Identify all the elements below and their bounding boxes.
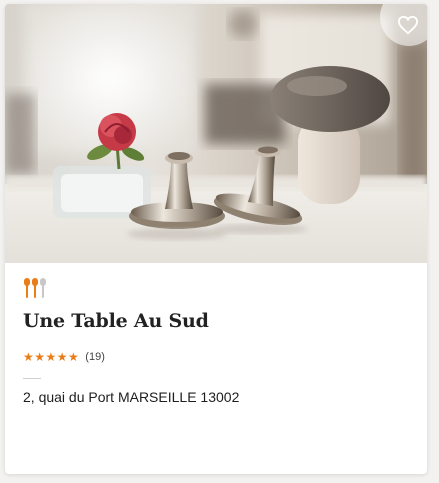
rating: ★★★★★ (19) xyxy=(23,350,409,364)
price-level xyxy=(23,278,409,300)
restaurant-photo[interactable] xyxy=(5,4,427,263)
review-count: (19) xyxy=(85,351,105,363)
restaurant-name[interactable]: Une Table Au Sud xyxy=(23,310,409,332)
restaurant-address: 2, quai du Port MARSEILLE 13002 xyxy=(23,389,240,405)
divider xyxy=(23,378,41,379)
heart-outline-icon xyxy=(397,15,419,35)
cutlery-icon xyxy=(24,278,46,298)
rating-stars: ★★★★★ xyxy=(23,350,80,364)
restaurant-card[interactable]: Une Table Au Sud ★★★★★ (19) 2, quai du P… xyxy=(5,4,427,474)
card-body: Une Table Au Sud ★★★★★ (19) 2, quai du P… xyxy=(23,278,409,405)
